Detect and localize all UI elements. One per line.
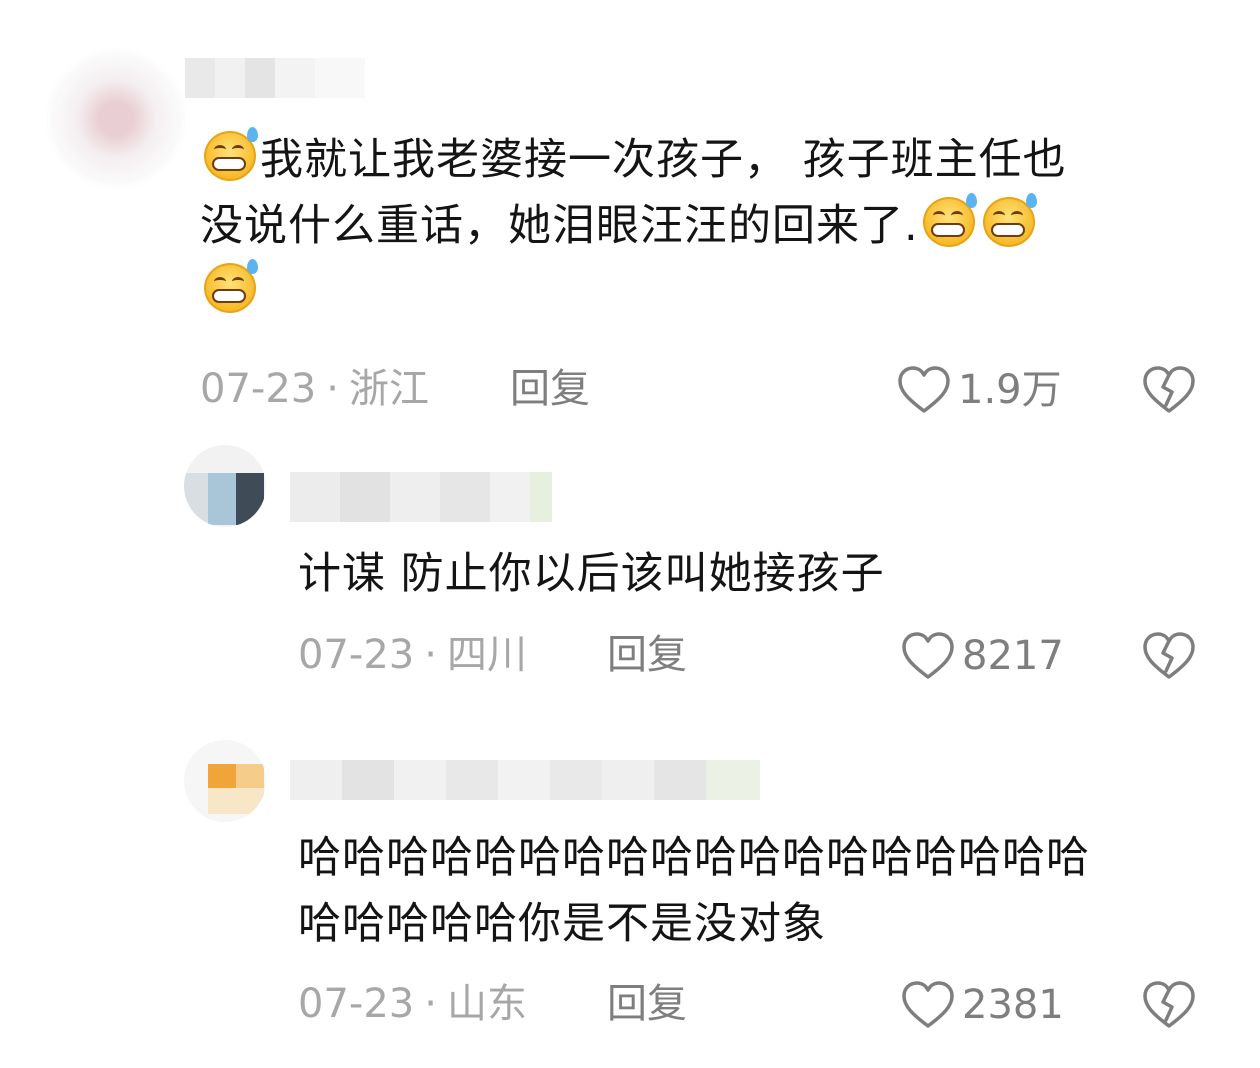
dislike-button[interactable]: [1141, 631, 1197, 685]
like-count: 1.9万: [958, 367, 1062, 413]
comment-text-line: 哈哈哈哈哈哈哈哈哈哈哈哈哈哈哈哈哈哈: [298, 833, 1090, 883]
meta-separator: ·: [326, 366, 339, 412]
reply-button[interactable]: 回复: [510, 365, 590, 413]
comment-date: 07-23: [200, 366, 317, 412]
sweat-grin-emoji: [921, 193, 977, 249]
heart-outline-icon: [898, 366, 950, 413]
sweat-grin-emoji: [202, 127, 258, 183]
username-blurred[interactable]: [290, 760, 760, 800]
comment-text-line: 计谋 防止你以后该叫她接孩子: [298, 549, 885, 599]
avatar[interactable]: [184, 445, 266, 527]
meta-separator: ·: [424, 981, 437, 1027]
comment-text: 计谋 防止你以后该叫她接孩子: [298, 541, 1198, 607]
dislike-button[interactable]: [1141, 980, 1197, 1034]
comment-meta: 07-23 · 浙江: [200, 365, 429, 413]
reply-button[interactable]: 回复: [607, 631, 687, 679]
comment-date: 07-23: [298, 632, 415, 678]
comment-text: 我就让我老婆接一次孩子， 孩子班主任也 没说什么重话，她泪眼汪汪的回来了.: [200, 127, 1210, 325]
comment-text-line: 哈哈哈哈哈你是不是没对象: [298, 899, 826, 949]
comment-text: 哈哈哈哈哈哈哈哈哈哈哈哈哈哈哈哈哈哈 哈哈哈哈哈你是不是没对象: [298, 825, 1228, 957]
like-button[interactable]: 1.9万: [896, 365, 1062, 415]
broken-heart-icon: [1143, 366, 1195, 413]
like-count: 2381: [962, 982, 1064, 1028]
comment-meta: 07-23 · 山东: [298, 980, 527, 1028]
comment-location: 山东: [446, 981, 527, 1027]
username-blurred[interactable]: [290, 472, 552, 522]
sweat-grin-emoji: [981, 193, 1037, 249]
avatar[interactable]: [55, 58, 177, 180]
dislike-button[interactable]: [1141, 365, 1197, 419]
avatar[interactable]: [184, 740, 266, 822]
comment-text-line: 没说什么重话，她泪眼汪汪的回来了.: [200, 201, 919, 251]
comment-location: 浙江: [348, 366, 429, 412]
like-count: 8217: [962, 633, 1064, 679]
meta-separator: ·: [424, 632, 437, 678]
comment-text-line: 我就让我老婆接一次孩子， 孩子班主任也: [260, 135, 1067, 185]
broken-heart-icon: [1143, 632, 1195, 679]
heart-outline-icon: [902, 981, 954, 1028]
heart-outline-icon: [902, 632, 954, 679]
username-blurred[interactable]: [185, 58, 365, 102]
sweat-grin-emoji: [202, 259, 258, 315]
comment-location: 四川: [446, 632, 527, 678]
like-button[interactable]: 2381: [900, 980, 1064, 1030]
comment-date: 07-23: [298, 981, 415, 1027]
like-button[interactable]: 8217: [900, 631, 1064, 681]
comment-meta: 07-23 · 四川: [298, 631, 527, 679]
broken-heart-icon: [1143, 981, 1195, 1028]
reply-button[interactable]: 回复: [607, 980, 687, 1028]
